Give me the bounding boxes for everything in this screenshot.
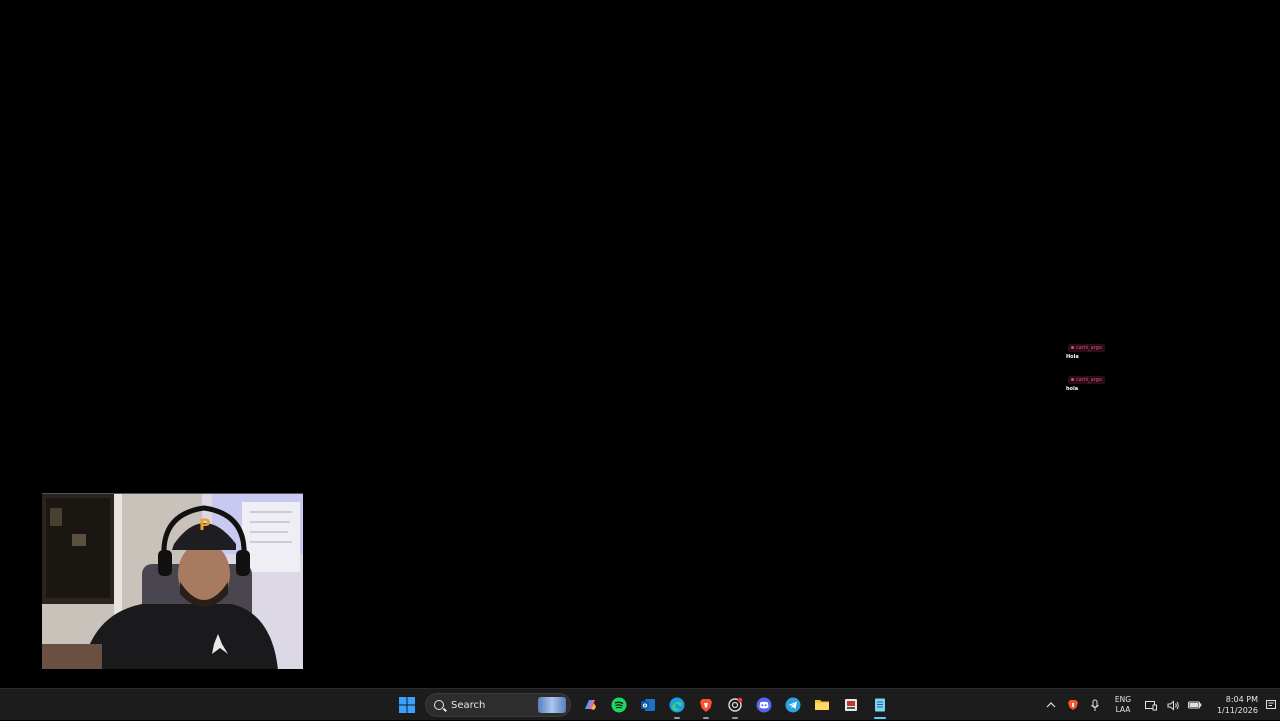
discord-button[interactable] [749,689,778,721]
input-language-button[interactable]: ENG LAA [1106,689,1140,721]
chat-message: cami_argo Hola [1066,334,1126,362]
notification-bell-icon [1266,699,1276,709]
desktop: cami_argo Hola cami_argo hola P [0,0,1280,688]
chat-text: hola [1066,386,1079,392]
folder-icon [814,700,829,710]
start-button[interactable] [392,689,421,721]
search-label: Search [451,699,486,711]
system-tray: ENG LAA 8:04 PM 1/11/2026 [1040,689,1280,721]
running-indicator [673,717,680,719]
chat-username-badge: cami_argo [1068,375,1105,384]
search-highlight-image [538,697,566,713]
taskbar: Search o ENG LAA 8:04 PM 1/11/2026 [0,688,1280,720]
notepad-button[interactable] [865,689,894,721]
copilot-button[interactable] [575,689,604,721]
chat-username: cami_argo [1076,376,1102,383]
chat-overlay: cami_argo Hola cami_argo hola [1066,334,1126,398]
keyboard-layout: LAA [1115,705,1131,714]
taskbar-apps: Search o [392,689,894,721]
edge-button[interactable] [662,689,691,721]
notifications-button[interactable] [1262,689,1280,721]
outlook-icon: o [640,699,655,711]
running-indicator [702,717,709,719]
notepad-icon [874,698,885,712]
speaker-icon [1167,699,1179,711]
copilot-icon [584,700,596,710]
brave-tray-icon [1068,700,1078,710]
chat-message: cami_argo hola [1066,366,1126,394]
chat-username-badge: cami_argo [1068,343,1105,352]
chevron-up-icon [1046,702,1056,708]
microphone-button[interactable] [1084,689,1106,721]
language-code: ENG [1114,695,1132,704]
file-explorer-button[interactable] [807,689,836,721]
webcam-image: P [42,494,303,669]
volume-button[interactable] [1162,689,1184,721]
battery-charging-icon [1188,701,1202,709]
clock-time: 8:04 PM [1225,695,1258,704]
telegram-icon [785,697,800,713]
running-indicator [731,717,738,719]
discord-icon [756,697,771,713]
chat-username: cami_argo [1076,344,1102,351]
brave-icon [699,699,712,712]
telegram-button[interactable] [778,689,807,721]
clock-button[interactable]: 8:04 PM 1/11/2026 [1206,689,1262,721]
taskbar-search[interactable]: Search [425,693,571,717]
show-hidden-icons-button[interactable] [1040,689,1062,721]
chatgpt-button[interactable] [720,689,749,721]
microphone-icon [1091,699,1099,711]
outlook-button[interactable]: o [633,689,662,721]
media-tool-icon [844,699,857,711]
battery-button[interactable] [1184,689,1206,721]
windows-start-icon [398,697,415,713]
edge-icon [669,697,684,713]
brave-button[interactable] [691,689,720,721]
user-dot-icon [1071,346,1074,349]
user-dot-icon [1071,378,1074,381]
chatgpt-icon [727,697,742,712]
clock-date: 1/11/2026 [1216,706,1258,715]
svg-text:o: o [642,702,647,710]
media-tool-button[interactable] [836,689,865,721]
active-indicator [873,717,886,719]
webcam-feed: P [42,493,303,669]
svg-text:P: P [199,515,211,534]
spotify-button[interactable] [604,689,633,721]
search-icon [434,700,444,710]
network-button[interactable] [1140,689,1162,721]
network-icon [1145,700,1157,710]
chat-text: Hola [1066,354,1079,360]
spotify-icon [611,697,626,713]
tray-app-button[interactable] [1062,689,1084,721]
